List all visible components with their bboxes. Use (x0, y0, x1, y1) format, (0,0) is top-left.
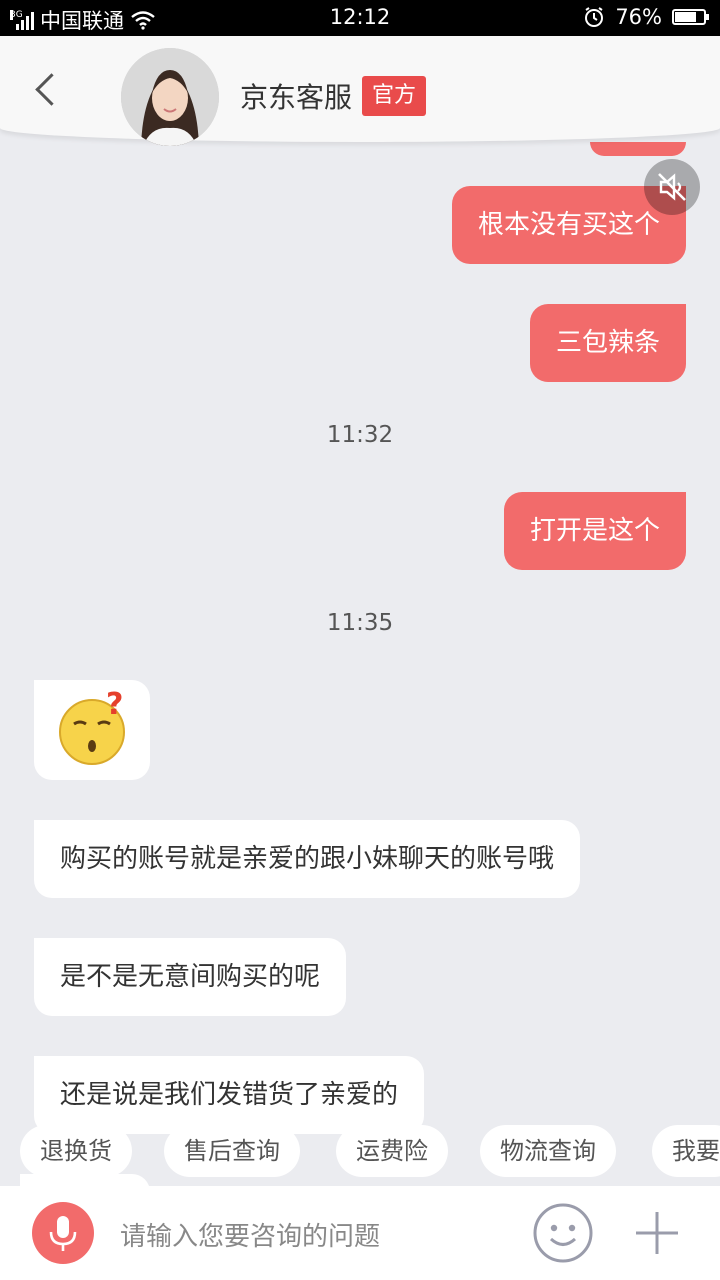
confused-face-icon: ? (59, 687, 125, 765)
quick-reply-bar: 退换货 售后查询 运费险 物流查询 我要 (0, 1125, 720, 1177)
battery-percent: 76% (615, 5, 662, 29)
smiley-icon (533, 1203, 593, 1263)
input-bar: 请输入您要咨询的问题 (0, 1186, 720, 1280)
message-bubble-out[interactable]: 打开是这个 (503, 492, 686, 570)
message-bubble-in[interactable]: 购买的账号就是亲爱的跟小妹聊天的账号哦 (34, 820, 581, 898)
svg-text:?: ? (106, 687, 123, 722)
emoji-button[interactable] (532, 1202, 594, 1264)
message-list[interactable]: 根本没有买这个 三包辣条 11:32 打开是这个 11:35 ? 购买的账号就是… (0, 142, 720, 1186)
battery-icon (672, 9, 709, 25)
chat-header: 京东客服 官方 (0, 36, 720, 146)
battery-level (675, 12, 696, 22)
message-bubble-in[interactable]: 还是说是我们发错货了亲爱的 (34, 1056, 425, 1134)
status-bar: 3G 中国联通 12:12 76% (0, 0, 720, 36)
voice-button[interactable] (32, 1202, 94, 1264)
message-bubble-out[interactable]: 三包辣条 (529, 304, 686, 382)
microphone-icon (49, 1216, 77, 1251)
more-button[interactable] (632, 1208, 682, 1258)
message-bubble-in-emoji[interactable]: ? (34, 680, 150, 780)
chip-return-exchange[interactable]: 退换货 (20, 1125, 132, 1177)
speaker-muted-icon (658, 173, 686, 201)
alarm-icon (585, 7, 604, 27)
message-input[interactable]: 请输入您要咨询的问题 (120, 1216, 380, 1253)
timestamp: 11:32 (326, 422, 394, 448)
chip-after-sales[interactable]: 售后查询 (164, 1125, 300, 1177)
plus-icon (636, 1212, 678, 1254)
agent-avatar[interactable] (121, 48, 219, 146)
agent-name: 京东客服 (240, 81, 353, 114)
message-bubble-in[interactable]: 是不是无意间购买的呢 (34, 938, 347, 1016)
timestamp: 11:35 (326, 610, 394, 636)
back-icon[interactable] (35, 73, 68, 106)
mute-button[interactable] (644, 159, 700, 215)
agent-portrait (121, 48, 219, 146)
chip-more[interactable]: 我要 (652, 1125, 720, 1177)
official-badge: 官方 (362, 76, 427, 116)
previous-message-edge (590, 142, 686, 156)
status-right: 76% (583, 5, 709, 29)
chip-shipping-insurance[interactable]: 运费险 (336, 1125, 448, 1177)
chip-logistics[interactable]: 物流查询 (480, 1125, 616, 1177)
